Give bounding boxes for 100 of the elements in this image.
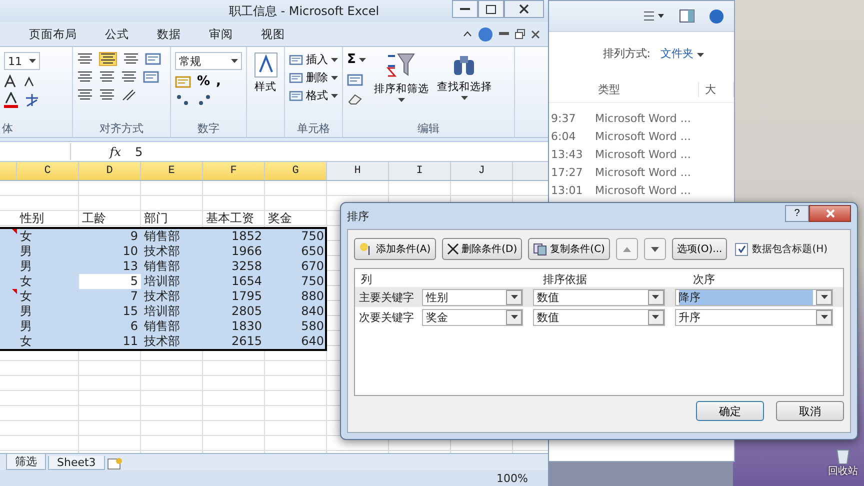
bottom-align-icon[interactable] bbox=[123, 53, 139, 65]
restore-icon[interactable] bbox=[515, 29, 525, 39]
move-down-button[interactable] bbox=[644, 238, 666, 260]
table-cell-text: 男 bbox=[19, 319, 33, 334]
wrap-text-icon[interactable] bbox=[145, 52, 161, 66]
view-list-icon[interactable] bbox=[643, 10, 665, 22]
table-cell-text: 840 bbox=[300, 304, 325, 319]
grow-font-icon[interactable] bbox=[4, 74, 18, 88]
orientation-icon[interactable] bbox=[121, 88, 137, 102]
autosum-button[interactable]: Σ bbox=[347, 52, 366, 67]
formula-value[interactable]: 5 bbox=[135, 144, 143, 158]
column-header[interactable]: C bbox=[17, 162, 79, 180]
cancel-button[interactable]: 取消 bbox=[776, 401, 844, 421]
increase-indent-icon[interactable] bbox=[99, 89, 115, 101]
column-header[interactable]: 类型 bbox=[592, 82, 699, 96]
cells-icon[interactable] bbox=[289, 90, 303, 102]
column-dropdown[interactable]: 性别 bbox=[422, 288, 524, 306]
number-format-field[interactable]: 常规 bbox=[175, 52, 242, 70]
increase-decimal-icon[interactable] bbox=[175, 93, 191, 107]
options-button[interactable]: 选项(O)... bbox=[672, 238, 728, 260]
find-select-button[interactable]: 查找和选择 bbox=[436, 52, 492, 121]
cells-button[interactable]: 格式 bbox=[289, 88, 338, 103]
insert-function-button[interactable]: fx bbox=[71, 144, 135, 158]
column-header[interactable]: E bbox=[141, 162, 203, 180]
table-cell-text: 750 bbox=[300, 229, 325, 244]
align-left-icon[interactable] bbox=[77, 71, 93, 83]
sort-level-row[interactable]: 次要关键字 奖金 数值 升序 bbox=[355, 307, 843, 327]
fill-icon[interactable] bbox=[347, 73, 363, 87]
file-type: Microsoft Word ... bbox=[595, 130, 691, 142]
column-header[interactable]: 大 bbox=[698, 82, 734, 96]
font-size-field[interactable]: 11 bbox=[4, 52, 40, 70]
ok-button[interactable]: 确定 bbox=[696, 401, 764, 421]
column-header[interactable]: F bbox=[203, 162, 265, 180]
cells-icon[interactable] bbox=[289, 54, 303, 66]
percent-button[interactable]: % bbox=[197, 74, 210, 89]
font-color-icon[interactable] bbox=[4, 92, 18, 108]
delete-level-button[interactable]: 删除条件(D) bbox=[442, 238, 522, 260]
eraser-icon[interactable] bbox=[347, 93, 363, 105]
table-cell-text: 女 bbox=[19, 289, 33, 304]
shrink-font-icon[interactable] bbox=[24, 76, 35, 86]
close-icon[interactable] bbox=[531, 30, 540, 38]
sort-on-dropdown[interactable]: 数值 bbox=[533, 308, 665, 326]
decrease-decimal-icon[interactable] bbox=[197, 93, 213, 107]
phonetic-guide-icon[interactable] bbox=[24, 92, 40, 108]
minimize-button[interactable] bbox=[452, 0, 478, 18]
close-icon bbox=[519, 4, 529, 14]
minimize-icon[interactable] bbox=[499, 32, 509, 36]
table-cell-text: 女 bbox=[19, 334, 33, 349]
table-cell-text: 女 bbox=[19, 229, 33, 244]
close-button[interactable] bbox=[504, 0, 544, 18]
table-cell-text: 7 bbox=[129, 289, 139, 304]
close-button[interactable] bbox=[809, 205, 851, 222]
order-dropdown[interactable]: 升序 bbox=[674, 308, 833, 326]
recycle-bin-label: 回收站 bbox=[828, 464, 858, 478]
column-header[interactable]: D bbox=[79, 162, 141, 180]
sort-filter-button[interactable]: 排序和筛选 bbox=[374, 52, 429, 121]
collapse-ribbon-icon[interactable] bbox=[463, 31, 472, 37]
headers-checkbox[interactable]: 数据包含标题(H) bbox=[735, 242, 828, 256]
ribbon-tab[interactable]: 页面布局 bbox=[15, 22, 91, 46]
header-cell-text: 部门 bbox=[143, 211, 169, 226]
column-header[interactable]: G bbox=[265, 162, 327, 180]
decrease-indent-icon[interactable] bbox=[77, 89, 93, 101]
recycle-bin-icon[interactable] bbox=[834, 448, 852, 464]
file-time: 17:27 bbox=[550, 166, 584, 178]
ribbon-tab[interactable]: 公式 bbox=[91, 22, 143, 46]
table-cell-text: 1966 bbox=[230, 244, 263, 259]
styles-button[interactable]: 样式 bbox=[251, 52, 280, 94]
cells-button[interactable]: 插入 bbox=[289, 52, 338, 67]
align-center-icon[interactable] bbox=[99, 71, 115, 83]
sheet-tab[interactable]: 筛选 bbox=[6, 454, 46, 470]
cells-button[interactable]: 删除 bbox=[289, 70, 338, 85]
preview-pane-icon[interactable] bbox=[679, 9, 695, 23]
caret-icon bbox=[358, 58, 366, 62]
table-cell-text: 男 bbox=[19, 244, 33, 259]
ribbon-tab[interactable]: 数据 bbox=[143, 22, 195, 46]
merge-cells-icon[interactable] bbox=[143, 70, 159, 84]
copy-level-button[interactable]: 复制条件(C) bbox=[528, 238, 610, 260]
maximize-button[interactable] bbox=[478, 0, 504, 18]
column-dropdown[interactable]: 奖金 bbox=[422, 308, 524, 326]
file-type: Microsoft Word ... bbox=[595, 184, 691, 196]
cells-icon[interactable] bbox=[289, 72, 303, 84]
sheet-tab[interactable]: Sheet3 bbox=[48, 456, 105, 470]
add-level-button[interactable]: 添加条件(A) bbox=[354, 238, 436, 260]
ribbon-tab[interactable]: 审阅 bbox=[195, 22, 247, 46]
comma-button[interactable]: , bbox=[216, 74, 221, 89]
group-label: 单元格 bbox=[296, 121, 331, 137]
table-cell-text: 技术部 bbox=[143, 334, 181, 349]
new-sheet-icon[interactable] bbox=[106, 457, 123, 470]
sort-dropdown[interactable]: 文件夹 bbox=[660, 46, 704, 62]
group-label: 编辑 bbox=[416, 121, 440, 137]
top-align-icon[interactable] bbox=[77, 53, 93, 65]
align-right-icon[interactable] bbox=[121, 71, 137, 83]
table-cell-text: 880 bbox=[300, 289, 325, 304]
help-button[interactable]: ? bbox=[785, 205, 809, 222]
move-up-button[interactable] bbox=[616, 238, 638, 260]
ribbon-tab[interactable]: 视图 bbox=[247, 22, 299, 46]
sort-level-row[interactable]: 主要关键字 性别 数值 降序 bbox=[355, 287, 843, 307]
order-dropdown[interactable]: 降序 bbox=[674, 288, 833, 306]
active-cell[interactable]: 5 bbox=[79, 274, 141, 289]
sort-on-dropdown[interactable]: 数值 bbox=[533, 288, 665, 306]
